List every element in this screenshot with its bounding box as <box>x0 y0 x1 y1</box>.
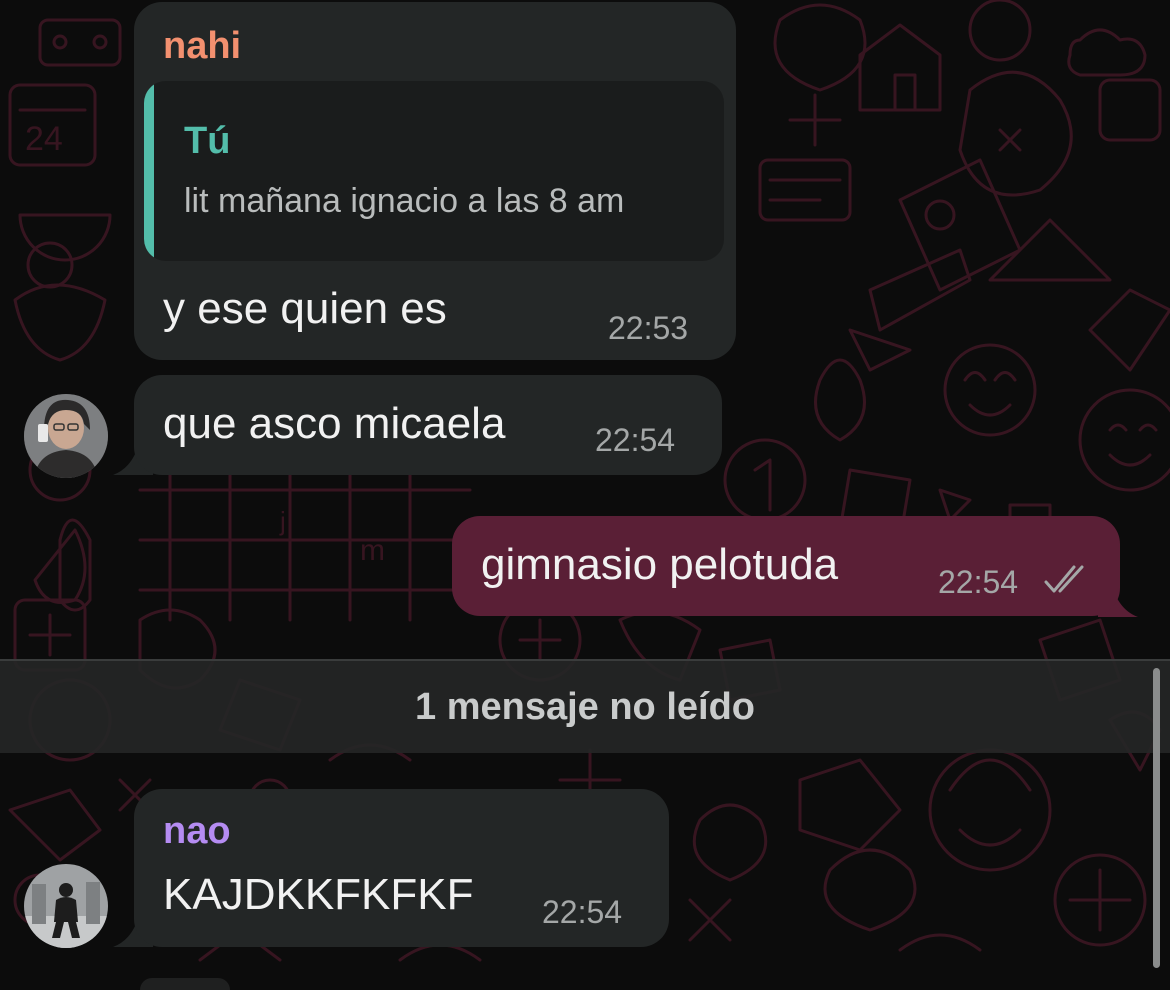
unread-label: 1 mensaje no leído <box>415 686 755 728</box>
svg-text:24: 24 <box>25 120 63 158</box>
message-time: 22:53 <box>608 310 689 346</box>
contact-photo-icon <box>24 864 108 948</box>
contact-avatar[interactable] <box>24 864 108 948</box>
quote-accent-bar <box>144 81 154 261</box>
message-bubble-nao[interactable]: nao KAJDKKFKFKF 22:54 <box>134 789 669 947</box>
message-text: KAJDKKFKFKF <box>163 870 474 919</box>
message-bubble[interactable]: que asco micaela 22:54 <box>134 375 722 475</box>
message-bubble-outgoing[interactable]: gimnasio pelotuda 22:54 <box>452 516 1120 616</box>
message-text: y ese quien es <box>163 284 447 333</box>
sender-name[interactable]: nahi <box>163 24 241 68</box>
next-message-avatar-partial <box>140 978 230 990</box>
double-check-icon <box>1044 565 1084 593</box>
message-bubble-nahi[interactable]: nahi Tú lit mañana ignacio a las 8 am y … <box>134 2 736 360</box>
scrollbar[interactable] <box>1153 668 1160 968</box>
message-text: que asco micaela <box>163 399 506 448</box>
message-time: 22:54 <box>938 564 1019 600</box>
quoted-message[interactable]: Tú lit mañana ignacio a las 8 am <box>144 81 724 261</box>
contact-photo-icon <box>24 394 108 478</box>
svg-text:m: m <box>360 534 385 567</box>
sender-name[interactable]: nao <box>163 809 231 853</box>
unread-messages-divider: 1 mensaje no leído <box>0 659 1170 753</box>
message-time: 22:54 <box>542 894 623 930</box>
quoted-author: Tú <box>184 120 231 162</box>
message-time: 22:54 <box>595 422 676 458</box>
quoted-text: lit mañana ignacio a las 8 am <box>184 182 625 220</box>
svg-text:j: j <box>279 506 286 536</box>
contact-avatar[interactable] <box>24 394 108 478</box>
message-text: gimnasio pelotuda <box>481 540 839 589</box>
